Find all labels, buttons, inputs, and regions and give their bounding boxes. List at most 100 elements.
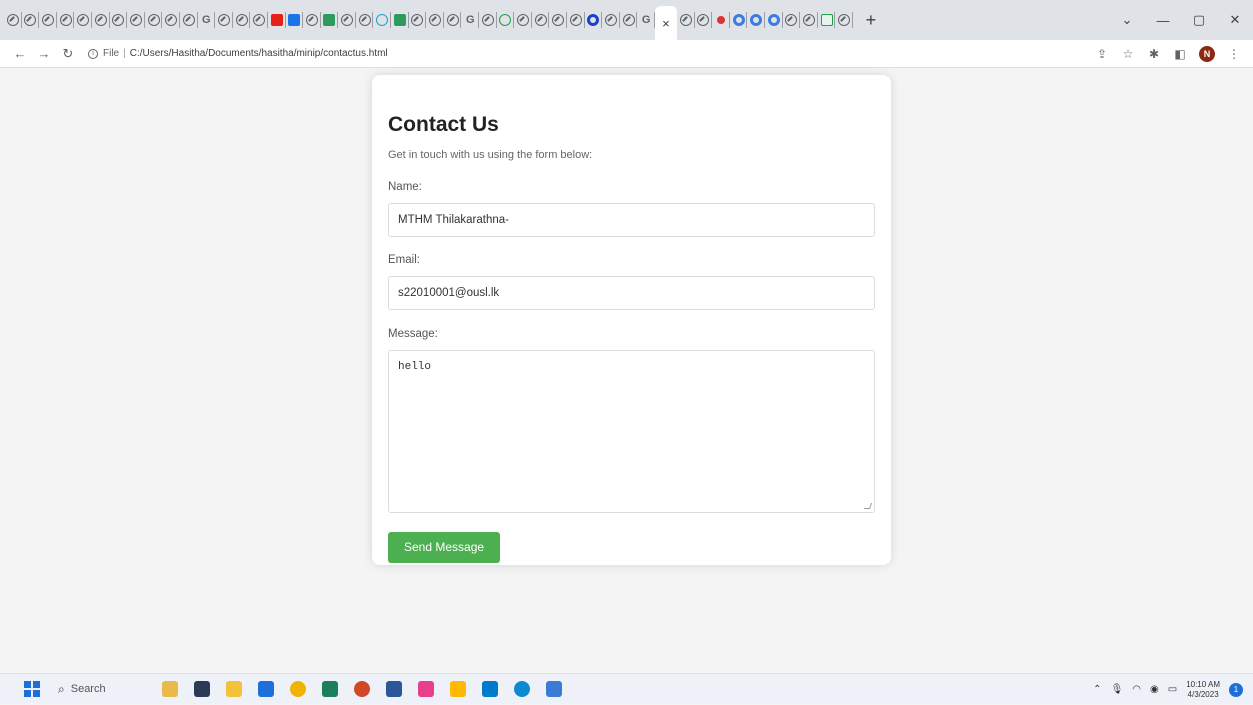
browser-tab[interactable] — [74, 0, 92, 40]
app-icon[interactable] — [353, 681, 370, 697]
browser-tab[interactable] — [391, 0, 409, 40]
browser-tab[interactable]: G — [461, 0, 479, 40]
task-view-icon[interactable] — [193, 681, 210, 697]
page-title: Contact Us — [388, 113, 499, 136]
browser-tab[interactable] — [215, 0, 233, 40]
browser-tab[interactable] — [4, 0, 22, 40]
browser-tab[interactable] — [567, 0, 585, 40]
vscode-icon[interactable] — [481, 681, 498, 697]
message-textarea[interactable]: hello — [388, 350, 875, 513]
tab-search-icon[interactable]: ⌄ — [1109, 12, 1145, 28]
browser-tab[interactable] — [783, 0, 801, 40]
browser-tab[interactable] — [747, 0, 765, 40]
file-explorer-icon[interactable] — [225, 681, 242, 697]
browser-tab[interactable] — [532, 0, 550, 40]
browser-tab[interactable] — [321, 0, 339, 40]
taskbar-search[interactable]: ⌕ Search — [58, 682, 106, 697]
browser-tab[interactable] — [303, 0, 321, 40]
new-tab-button[interactable]: + — [859, 0, 883, 40]
browser-tab[interactable] — [92, 0, 110, 40]
edge-icon[interactable] — [513, 681, 530, 697]
browser-tab[interactable] — [268, 0, 286, 40]
volume-icon[interactable]: ◉ — [1150, 684, 1159, 695]
share-icon[interactable]: ⇪ — [1095, 47, 1109, 61]
browser-tab[interactable] — [110, 0, 128, 40]
name-input[interactable]: MTHM Thilakarathna- — [388, 203, 875, 237]
battery-icon[interactable]: ▭ — [1168, 684, 1177, 695]
info-icon[interactable]: i — [88, 48, 98, 59]
browser-tab[interactable] — [549, 0, 567, 40]
chrome-icon[interactable] — [289, 681, 306, 697]
store-icon[interactable] — [257, 681, 274, 697]
globe-icon — [147, 14, 160, 26]
browser-tab[interactable] — [338, 0, 356, 40]
reload-icon[interactable]: ↻ — [56, 46, 80, 62]
browser-tab[interactable] — [479, 0, 497, 40]
widgets-icon[interactable] — [161, 681, 178, 697]
browser-tab[interactable] — [57, 0, 75, 40]
browser-tab[interactable] — [162, 0, 180, 40]
globe-icon — [24, 14, 37, 26]
globe-icon — [517, 14, 530, 26]
browser-tab[interactable] — [39, 0, 57, 40]
browser-tab[interactable] — [426, 0, 444, 40]
close-window-button[interactable]: ✕ — [1217, 12, 1253, 28]
app-icon[interactable] — [449, 681, 466, 697]
browser-tab[interactable] — [585, 0, 603, 40]
forward-icon[interactable]: → — [32, 46, 56, 61]
browser-tab[interactable] — [233, 0, 251, 40]
browser-tab[interactable] — [444, 0, 462, 40]
bookmark-star-icon[interactable]: ☆ — [1121, 47, 1135, 61]
browser-tab[interactable] — [818, 0, 836, 40]
menu-icon[interactable]: ⋮ — [1227, 47, 1241, 61]
browser-tab[interactable] — [145, 0, 163, 40]
browser-tab[interactable] — [677, 0, 695, 40]
browser-tab[interactable]: G — [637, 0, 655, 40]
profile-avatar[interactable]: N — [1199, 46, 1215, 62]
browser-tab[interactable] — [497, 0, 515, 40]
address-text[interactable]: C:/Users/Hasitha/Documents/hasitha/minip… — [130, 48, 388, 59]
browser-tab[interactable] — [250, 0, 268, 40]
browser-tab[interactable] — [730, 0, 748, 40]
app-icon[interactable] — [417, 681, 434, 697]
browser-tab[interactable] — [800, 0, 818, 40]
app-icon[interactable] — [321, 681, 338, 697]
notification-icon[interactable]: 1 — [1229, 682, 1243, 697]
browser-tab[interactable] — [373, 0, 391, 40]
active-tab[interactable]: × — [654, 6, 677, 40]
extensions-icon[interactable]: ✱ — [1147, 47, 1161, 61]
browser-tab[interactable] — [127, 0, 145, 40]
photos-icon[interactable] — [545, 681, 562, 697]
browser-tab[interactable] — [286, 0, 304, 40]
browser-tab[interactable] — [356, 0, 374, 40]
resize-handle-icon[interactable] — [863, 503, 873, 509]
wifi-icon[interactable]: ◠ — [1132, 684, 1141, 695]
start-icon[interactable] — [24, 681, 40, 697]
browser-tab[interactable] — [180, 0, 198, 40]
close-icon[interactable]: × — [662, 16, 670, 31]
tab-strip: G G G × + ⌄ — ▢ ✕ — [0, 0, 1253, 40]
email-input[interactable]: s22010001@ousl.lk — [388, 276, 875, 310]
browser-tab[interactable] — [765, 0, 783, 40]
microphone-icon[interactable]: 🎙 — [1111, 684, 1124, 695]
browser-tab[interactable] — [835, 0, 853, 40]
address-bar[interactable]: i File | C:/Users/Hasitha/Documents/hasi… — [88, 48, 388, 59]
browser-tab[interactable] — [695, 0, 713, 40]
browser-tab[interactable] — [409, 0, 427, 40]
side-panel-icon[interactable]: ◧ — [1173, 47, 1187, 61]
clock[interactable]: 10:10 AM 4/3/2023 — [1186, 680, 1220, 700]
maximize-button[interactable]: ▢ — [1181, 12, 1217, 28]
minimize-button[interactable]: — — [1145, 13, 1181, 28]
browser-tab[interactable] — [602, 0, 620, 40]
window-controls: ⌄ — ▢ ✕ — [1109, 0, 1253, 40]
back-icon[interactable]: ← — [8, 46, 32, 61]
browser-tab[interactable] — [620, 0, 638, 40]
browser-tab[interactable] — [712, 0, 730, 40]
browser-tab[interactable]: G — [198, 0, 216, 40]
chevron-up-icon[interactable]: ⌃ — [1093, 684, 1101, 695]
browser-tab[interactable] — [22, 0, 40, 40]
app-icon[interactable] — [385, 681, 402, 697]
send-message-button[interactable]: Send Message — [388, 532, 501, 563]
browser-tab[interactable] — [514, 0, 532, 40]
app-icon — [767, 14, 780, 26]
